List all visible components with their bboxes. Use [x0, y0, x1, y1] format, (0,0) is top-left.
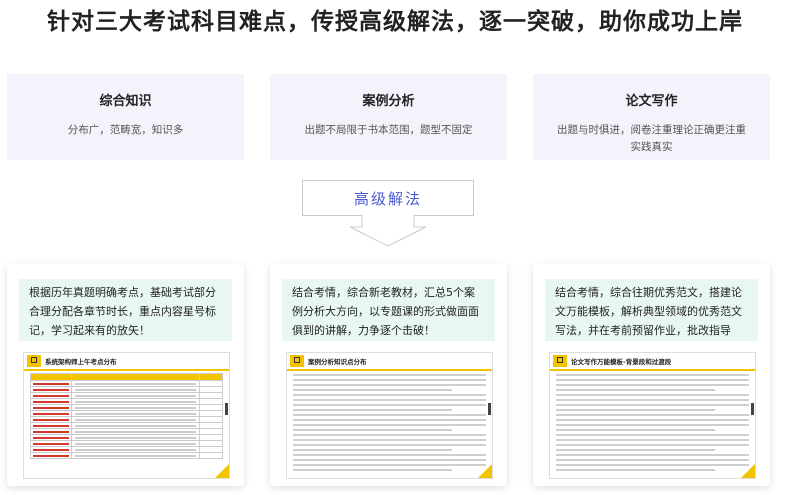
subject-card-case: 案例分析 出题不局限于书本范围，题型不固定 — [270, 74, 507, 160]
document-logo-icon — [27, 355, 41, 367]
document-logo-icon — [290, 355, 304, 367]
subject-title: 综合知识 — [99, 94, 152, 109]
method-card-essay: 结合考情，综合往期优秀范文，搭建论文万能模板，解析典型领域的优秀范文写法，并在考… — [533, 264, 770, 486]
subject-card-essay: 论文写作 出题与时俱进，阅卷注重理论正确更注重实践真实 — [533, 74, 770, 160]
down-arrow-icon — [349, 215, 427, 247]
scrollbar-thumb — [225, 403, 228, 415]
method-card-case: 结合考情，综合新老教材，汇总5个案例分析大方向，以专题课的形式做面面俱到的讲解，… — [270, 264, 507, 486]
method-card-comprehensive: 根据历年真题明确考点，基础考试部分合理分配各章节时长，重点内容星号标记，学习起来… — [7, 264, 244, 486]
document-logo-icon — [553, 355, 567, 367]
subject-desc: 出题不局限于书本范围，题型不固定 — [304, 124, 473, 136]
method-text: 根据历年真题明确考点，基础考试部分合理分配各章节时长，重点内容星号标记，学习起来… — [19, 279, 232, 341]
topic-table — [30, 373, 223, 459]
subject-title: 论文写作 — [625, 94, 678, 109]
subject-desc: 出题与时俱进，阅卷注重理论正确更注重实践真实 — [557, 124, 746, 153]
document-thumbnail: 系统架构师上午考点分布 — [23, 352, 230, 479]
document-title: 案例分析知识点分布 — [308, 358, 367, 366]
method-text: 结合考情，综合往期优秀范文，搭建论文万能模板，解析典型领域的优秀范文写法，并在考… — [545, 279, 758, 341]
document-thumbnail: 案例分析知识点分布 — [286, 352, 493, 479]
scrollbar-thumb — [751, 403, 754, 415]
document-title: 系统架构师上午考点分布 — [45, 358, 117, 366]
method-label-box: 高级解法 — [302, 180, 474, 216]
subject-desc: 分布广，范畴宽，知识多 — [67, 124, 184, 136]
method-text: 结合考情，综合新老教材，汇总5个案例分析大方向，以专题课的形式做面面俱到的讲解，… — [282, 279, 495, 341]
subject-card-comprehensive: 综合知识 分布广，范畴宽，知识多 — [7, 74, 244, 160]
document-thumbnail: 论文写作万能模板-背景段和过渡段 — [549, 352, 756, 479]
subject-title: 案例分析 — [362, 94, 415, 109]
scrollbar-thumb — [488, 403, 491, 415]
document-title: 论文写作万能模板-背景段和过渡段 — [571, 358, 672, 366]
page-headline: 针对三大考试科目难点，传授高级解法，逐一突破，助你成功上岸 — [47, 9, 743, 35]
